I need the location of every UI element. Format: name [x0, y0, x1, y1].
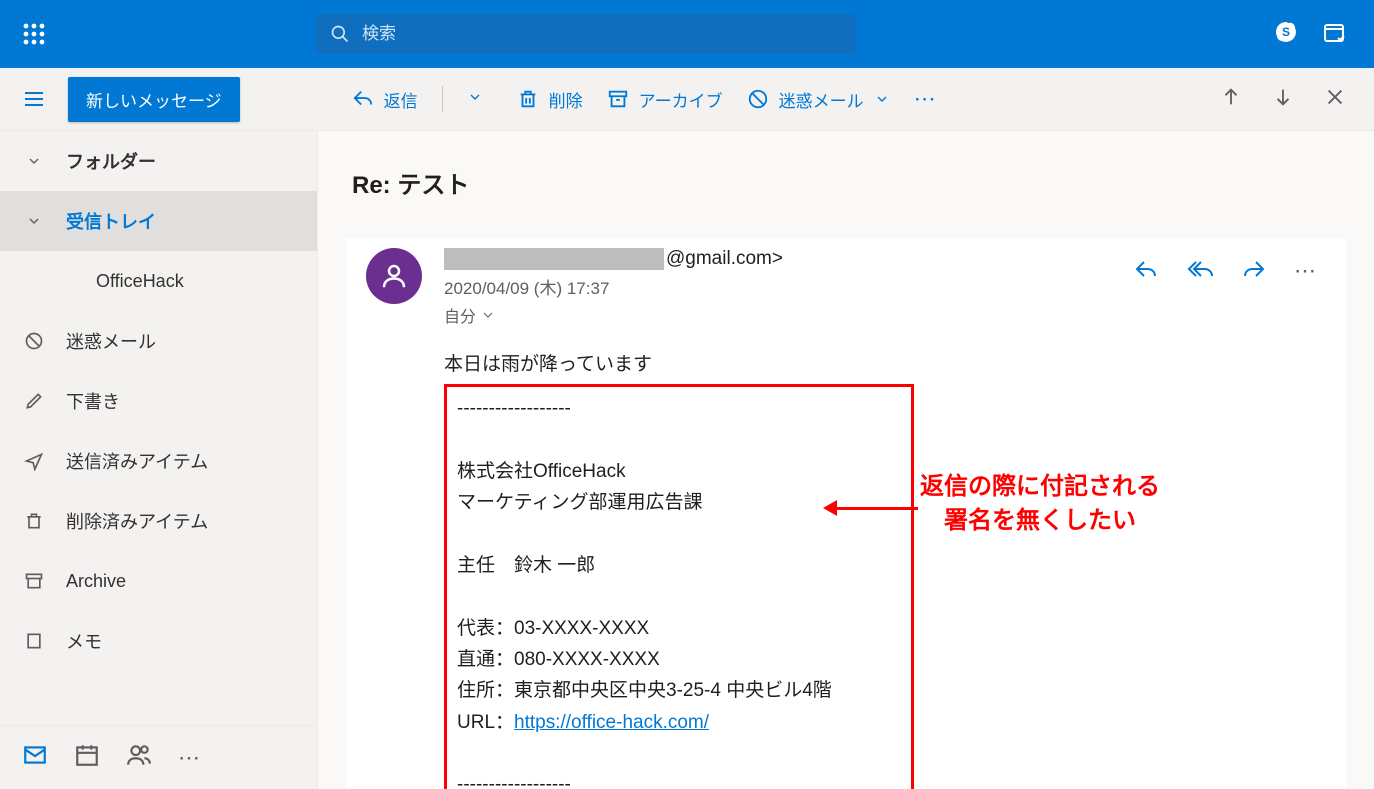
junk-folder-label: 迷惑メール: [66, 328, 156, 354]
sig-url-link[interactable]: https://office-hack.com/: [514, 712, 709, 733]
module-rail: ⋯: [0, 725, 317, 789]
app-launcher-icon[interactable]: [0, 0, 68, 68]
trash-icon: [24, 511, 44, 531]
sig-company: 株式会社OfficeHack: [457, 456, 901, 487]
svg-text:S: S: [1282, 25, 1290, 39]
sidebar-item-notes[interactable]: メモ: [0, 611, 317, 671]
sent-label: 送信済みアイテム: [66, 448, 208, 474]
folders-header-label: フォルダー: [66, 148, 156, 174]
app-header: S: [0, 0, 1374, 68]
message-card: @gmail.com> 2020/04/09 (木) 17:37 自分 ⋯ 本日…: [346, 238, 1346, 789]
junk-label: 迷惑メール: [779, 87, 864, 112]
sidebar-item-sent[interactable]: 送信済みアイテム: [0, 431, 317, 491]
divider: [442, 86, 443, 112]
reply-button[interactable]: 返信: [352, 87, 418, 112]
redacted-sender: [444, 248, 664, 270]
next-item-icon[interactable]: [1272, 86, 1294, 113]
note-icon: [24, 631, 44, 651]
close-icon[interactable]: [1324, 86, 1346, 113]
signature-block: ------------------ 株式会社OfficeHack マーケティン…: [444, 384, 914, 789]
search-box[interactable]: [316, 14, 856, 54]
sig-separator: ------------------: [457, 769, 901, 789]
annotation-text: 返信の際に付記される 署名を無くしたい: [920, 470, 1160, 537]
sig-separator: ------------------: [457, 393, 901, 424]
archive-label: アーカイブ: [639, 87, 723, 112]
calendar-module-icon[interactable]: [74, 742, 100, 773]
annotation-arrow: [833, 507, 918, 510]
mail-module-icon[interactable]: [22, 742, 48, 773]
reading-pane: Re: テスト @gmail.com> 2020/04/09 (木) 17:37…: [318, 131, 1374, 789]
more-commands-icon[interactable]: ⋯: [914, 86, 938, 112]
archive-button[interactable]: アーカイブ: [607, 87, 723, 112]
drafts-label: 下書き: [66, 388, 120, 414]
more-modules-icon[interactable]: ⋯: [178, 745, 202, 771]
folders-header[interactable]: フォルダー: [0, 131, 317, 191]
sidebar-item-deleted[interactable]: 削除済みアイテム: [0, 491, 317, 551]
new-message-button[interactable]: 新しいメッセージ: [68, 77, 240, 122]
reply-dropdown-icon[interactable]: [467, 89, 483, 110]
search-input[interactable]: [362, 24, 842, 44]
message-actions: ⋯: [1134, 258, 1318, 287]
message-subject: Re: テスト: [352, 165, 1346, 200]
reply-icon[interactable]: [1134, 258, 1158, 287]
sidebar-item-inbox[interactable]: 受信トレイ: [0, 191, 317, 251]
archive-icon: [24, 571, 44, 591]
sig-role: 主任 鈴木 一郎: [457, 550, 901, 581]
reply-label: 返信: [384, 87, 418, 112]
message-to: 自分: [444, 303, 783, 327]
notes-label: メモ: [66, 628, 102, 654]
command-bar: 新しいメッセージ 返信 削除 アーカイブ 迷惑メール ⋯: [0, 68, 1374, 131]
sender-suffix: @gmail.com>: [666, 248, 783, 270]
sidebar-item-archive[interactable]: Archive: [0, 551, 317, 611]
send-icon: [24, 451, 44, 471]
inbox-label: 受信トレイ: [66, 208, 156, 234]
prev-item-icon[interactable]: [1220, 86, 1242, 113]
deleted-label: 削除済みアイテム: [66, 508, 208, 534]
chevron-down-icon[interactable]: [482, 309, 494, 321]
menu-toggle-icon[interactable]: [0, 87, 68, 111]
calendar-add-icon[interactable]: [1322, 20, 1346, 49]
message-body: 本日は雨が降っています ------------------ 株式会社Offic…: [444, 349, 1326, 789]
reply-all-icon[interactable]: [1186, 258, 1214, 287]
sender-avatar[interactable]: [366, 248, 422, 304]
sidebar-item-officehack[interactable]: OfficeHack: [0, 251, 317, 311]
chevron-down-icon: [24, 213, 44, 229]
subfolder-label: OfficeHack: [96, 271, 184, 292]
more-actions-icon[interactable]: ⋯: [1294, 258, 1318, 287]
sender-line: @gmail.com>: [444, 248, 783, 270]
annotation-arrow-head: [823, 500, 837, 516]
sig-addr: 住所：東京都中央区中央3-25-4 中央ビル4階: [457, 675, 901, 706]
delete-label: 削除: [549, 87, 583, 112]
chevron-down-icon: [24, 153, 44, 169]
archive-folder-label: Archive: [66, 571, 126, 592]
sig-tel2: 直通：080-XXXX-XXXX: [457, 644, 901, 675]
folder-pane: フォルダー 受信トレイ OfficeHack 迷惑メール 下書き 送信済みアイテ…: [0, 131, 318, 789]
pencil-icon: [24, 391, 44, 411]
sig-url-line: URL：https://office-hack.com/: [457, 707, 901, 738]
body-line: 本日は雨が降っています: [444, 349, 1326, 380]
delete-button[interactable]: 削除: [517, 87, 583, 112]
forward-icon[interactable]: [1242, 258, 1266, 287]
junk-button[interactable]: 迷惑メール: [747, 87, 890, 112]
message-date: 2020/04/09 (木) 17:37: [444, 274, 783, 299]
sig-tel1: 代表：03-XXXX-XXXX: [457, 613, 901, 644]
sidebar-item-junk[interactable]: 迷惑メール: [0, 311, 317, 371]
sidebar-item-drafts[interactable]: 下書き: [0, 371, 317, 431]
skype-icon[interactable]: S: [1274, 20, 1298, 49]
block-icon: [24, 331, 44, 351]
people-module-icon[interactable]: [126, 742, 152, 773]
